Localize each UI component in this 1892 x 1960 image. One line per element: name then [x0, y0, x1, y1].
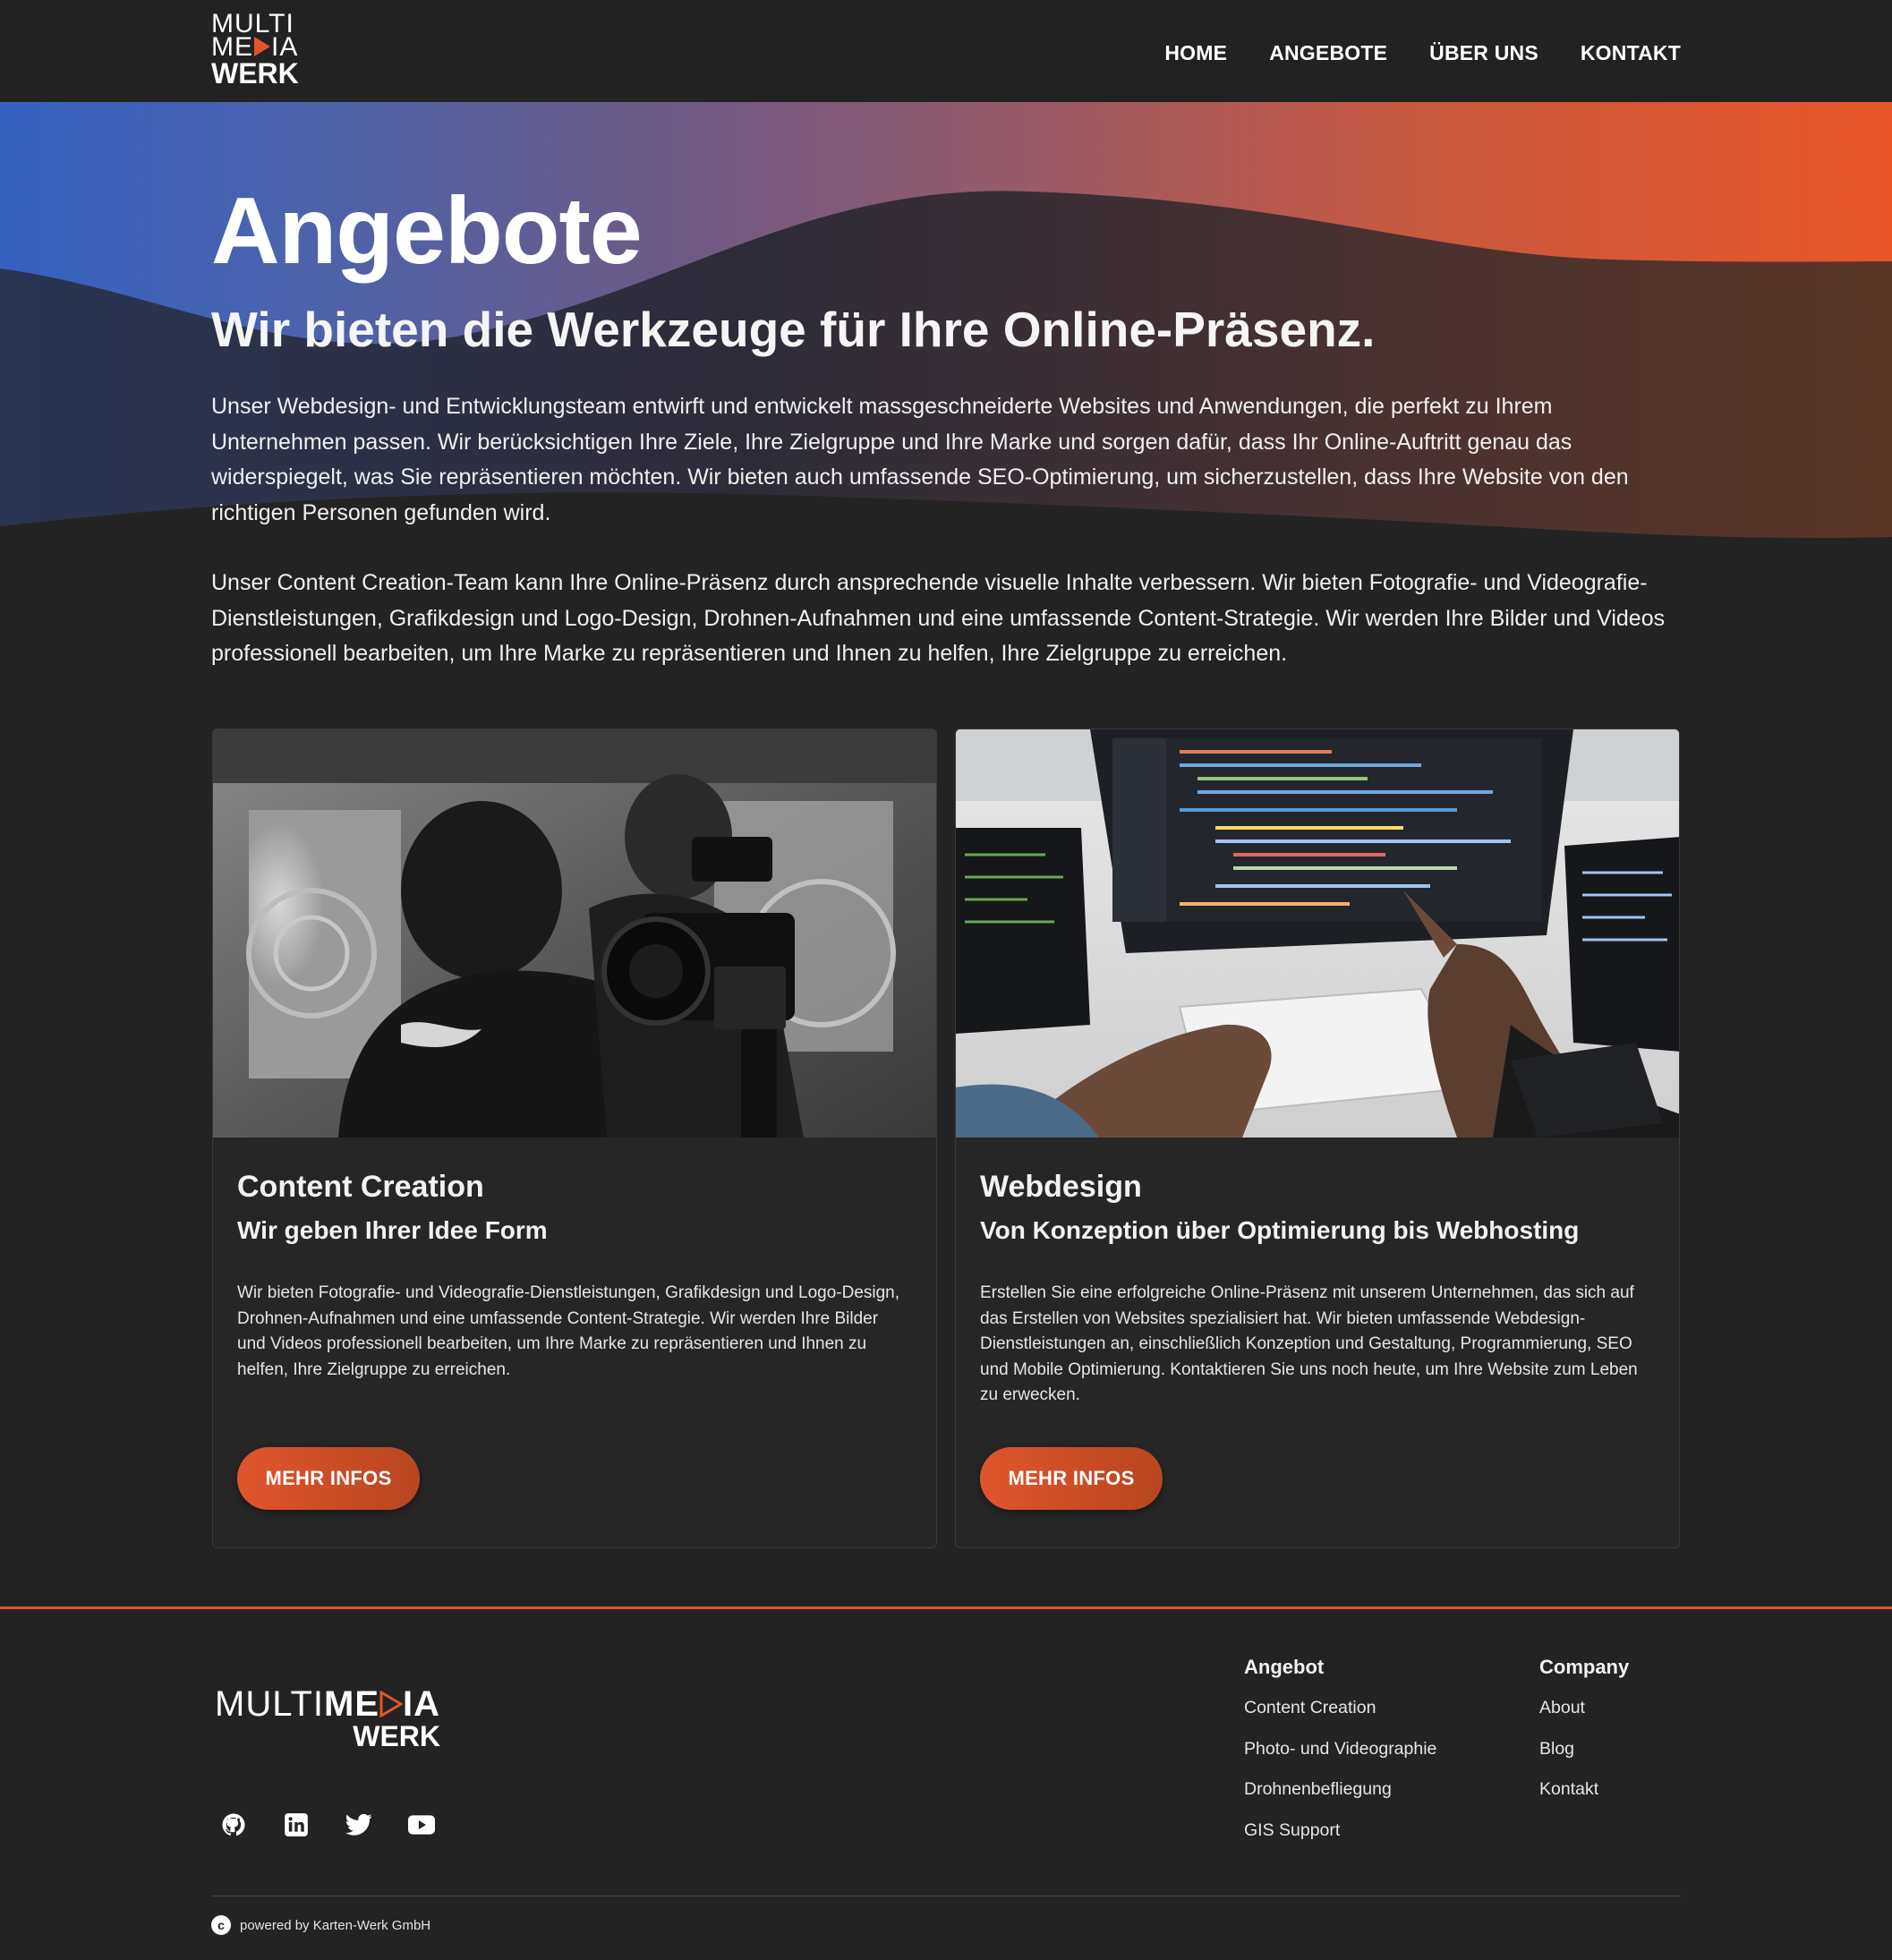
site-header: MULTI ME IA WERK HOME ANGEBOTE ÜBER UNS K… — [0, 0, 1892, 102]
footer-link-blog[interactable]: Blog — [1539, 1739, 1574, 1760]
service-card-webdesign: Webdesign Von Konzeption über Optimierun… — [955, 729, 1680, 1548]
intro-paragraph-content: Unser Content Creation-Team kann Ihre On… — [211, 570, 1666, 666]
footer-link-photo-video[interactable]: Photo- und Videographie — [1244, 1739, 1436, 1760]
more-info-button[interactable]: MEHR INFOS — [980, 1447, 1163, 1510]
footer-link-about[interactable]: About — [1539, 1698, 1585, 1718]
twitter-icon[interactable] — [344, 1810, 374, 1840]
page-subtitle: Wir bieten die Werkzeuge für Ihre Online… — [211, 302, 1376, 357]
logo-line-multi: MULTI — [211, 9, 294, 38]
more-info-button[interactable]: MEHR INFOS — [237, 1447, 420, 1510]
nav-home[interactable]: HOME — [1164, 41, 1227, 65]
logo-line-werk: WERK — [211, 57, 299, 89]
card-title: Content Creation — [237, 1170, 484, 1204]
main-nav: HOME ANGEBOTE ÜBER UNS KONTAKT — [1164, 41, 1681, 65]
intro-paragraph-webdesign: Unser Webdesign- und Entwicklungsteam en… — [211, 394, 1629, 525]
card-description: Wir bieten Fotografie- und Videografie-D… — [237, 1283, 900, 1379]
footer-link-drohnen[interactable]: Drohnenbefliegung — [1244, 1779, 1392, 1800]
play-triangle-icon — [379, 1690, 404, 1718]
linkedin-icon[interactable] — [281, 1810, 311, 1840]
footer-logo[interactable]: MULTIME IA WERK — [215, 1684, 441, 1751]
footer-logo-me: ME — [324, 1684, 380, 1724]
card-subtitle: Von Konzeption über Optimierung bis Webh… — [980, 1216, 1580, 1244]
footer-logo-ia: IA — [403, 1684, 441, 1724]
logo-line-media: ME IA — [211, 32, 299, 62]
camera-photo — [213, 729, 936, 1138]
footer-column-title-company: Company — [1539, 1656, 1630, 1678]
footer-logo-werk: WERK — [353, 1720, 440, 1752]
copyright: c powered by Karten-Werk GmbH — [211, 1915, 430, 1935]
nav-ueber-uns[interactable]: ÜBER UNS — [1429, 41, 1538, 65]
card-subtitle: Wir geben Ihrer Idee Form — [237, 1216, 548, 1244]
play-triangle-icon — [254, 37, 270, 56]
footer-link-gis-support[interactable]: GIS Support — [1244, 1820, 1340, 1841]
page-title: Angebote — [211, 178, 643, 284]
youtube-icon[interactable] — [406, 1810, 437, 1840]
nav-angebote[interactable]: ANGEBOTE — [1269, 41, 1387, 65]
card-title: Webdesign — [980, 1170, 1142, 1204]
brand-logo[interactable]: MULTI ME IA WERK — [211, 9, 319, 89]
copyright-text: powered by Karten-Werk GmbH — [240, 1917, 431, 1933]
card-description: Erstellen Sie eine erfolgreiche Online-P… — [980, 1283, 1638, 1404]
copyright-icon: c — [211, 1915, 231, 1935]
footer-logo-multi: MULTI — [215, 1684, 325, 1724]
service-card-content-creation: Content Creation Wir geben Ihrer Idee Fo… — [212, 729, 937, 1548]
coding-workspace-photo — [956, 729, 1679, 1138]
footer-column-title-angebot: Angebot — [1244, 1656, 1325, 1678]
nav-kontakt[interactable]: KONTAKT — [1581, 41, 1681, 65]
footer-link-kontakt[interactable]: Kontakt — [1539, 1779, 1598, 1800]
github-icon[interactable] — [218, 1810, 249, 1840]
footer-link-content-creation[interactable]: Content Creation — [1244, 1698, 1376, 1718]
